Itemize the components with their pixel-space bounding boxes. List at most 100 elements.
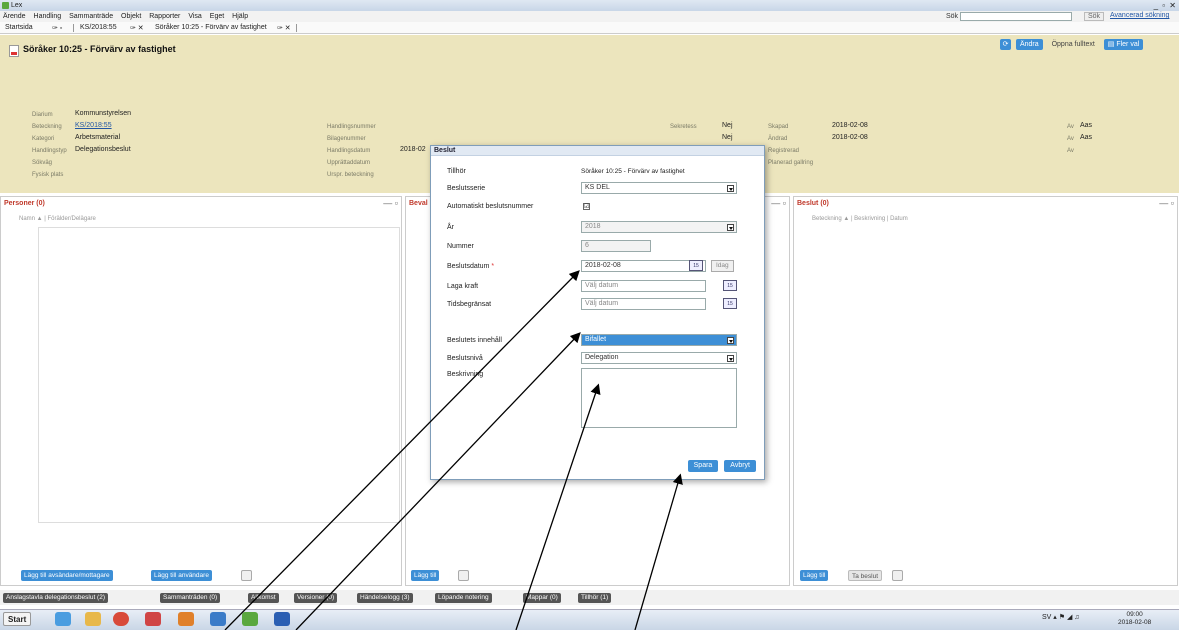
panel-option-icon[interactable] bbox=[892, 570, 903, 581]
persons-list bbox=[38, 227, 400, 523]
nummer-field[interactable]: 6 bbox=[581, 240, 651, 252]
innehall-select[interactable]: Bifallet bbox=[581, 334, 737, 346]
more-options-label: Fler val bbox=[1116, 41, 1140, 48]
clock-date: 2018-02-08 bbox=[1118, 619, 1152, 626]
cancel-button[interactable]: Avbryt bbox=[724, 460, 756, 472]
more-options-button[interactable]: ▤ Fler val bbox=[1103, 39, 1144, 50]
change-button[interactable]: Ändra bbox=[1015, 39, 1043, 50]
ie-icon[interactable] bbox=[55, 612, 71, 626]
tab-versioner[interactable]: Versioner (0) bbox=[294, 593, 338, 603]
av-label: Av bbox=[1067, 136, 1074, 142]
beslutsserie-select[interactable]: KS DEL bbox=[581, 182, 737, 194]
beskrivning-textarea[interactable] bbox=[581, 368, 737, 428]
lex-icon[interactable] bbox=[242, 612, 258, 626]
nummer-label: Nummer bbox=[447, 243, 474, 250]
chevron-down-icon[interactable] bbox=[727, 337, 734, 344]
outlook-icon[interactable] bbox=[178, 612, 194, 626]
beslutsniva-select[interactable]: Delegation bbox=[581, 352, 737, 364]
calendar-icon[interactable]: 15 bbox=[689, 260, 703, 271]
ar-select[interactable]: 2018 bbox=[581, 221, 737, 233]
search-button[interactable]: Sök bbox=[1084, 12, 1105, 21]
menu-visa[interactable]: Visa bbox=[188, 11, 202, 22]
search-label: Sök bbox=[946, 13, 959, 20]
close-icon[interactable]: ✑ ✕ bbox=[130, 24, 144, 32]
refresh-icon[interactable]: ⟳ bbox=[1000, 39, 1011, 50]
window-controls[interactable]: _ ▫ ✕ bbox=[1154, 1, 1177, 10]
tab-lopande-notering[interactable]: Löpande notering bbox=[435, 593, 492, 603]
chevron-down-icon[interactable] bbox=[727, 224, 734, 231]
dialog-titlebar[interactable]: Beslut bbox=[431, 146, 764, 156]
menu-sammantrade[interactable]: Sammanträde bbox=[69, 11, 113, 22]
window-titlebar: Lex _ ▫ ✕ bbox=[0, 0, 1179, 11]
decisions-column-header[interactable]: Beteckning ▲ | Beskrivning | Datum bbox=[812, 216, 908, 224]
add-button[interactable]: Lägg till bbox=[411, 570, 440, 581]
menu-rapporter[interactable]: Rapporter bbox=[149, 11, 180, 22]
decisions-panel-title: Beslut (0) bbox=[797, 200, 829, 207]
add-decision-button[interactable]: Lägg till bbox=[800, 570, 829, 581]
calendar-icon[interactable]: 15 bbox=[723, 280, 737, 291]
skype-icon[interactable] bbox=[210, 612, 226, 626]
beslutsdatum-label: Beslutsdatum * bbox=[447, 263, 494, 270]
tab-startsida[interactable]: Startsida bbox=[5, 24, 33, 31]
pin-icon[interactable]: ✑ ▫ bbox=[52, 24, 62, 32]
tab-allkomst[interactable]: Allkomst bbox=[248, 593, 279, 603]
tab-sammantraden[interactable]: Sammanträden (0) bbox=[160, 593, 221, 603]
tab-tillhor[interactable]: Tillhör (1) bbox=[578, 593, 612, 603]
panel-window-controls[interactable]: — ▫ bbox=[1159, 198, 1174, 208]
persons-column-header[interactable]: Namn ▲ | Förälder/Delägare bbox=[19, 216, 96, 224]
diarium-value: Kommunstyrelsen bbox=[75, 110, 132, 117]
urspr-beteckning-label: Urspr. beteckning bbox=[327, 172, 374, 178]
menu-objekt[interactable]: Objekt bbox=[121, 11, 141, 22]
menu-arende[interactable]: Ärende bbox=[3, 11, 26, 22]
tidsbegransat-input[interactable]: Välj datum bbox=[581, 298, 706, 310]
chevron-down-icon[interactable] bbox=[727, 185, 734, 192]
system-tray[interactable]: SV ▴ ⚑ ◢ ♫ bbox=[1042, 613, 1080, 621]
planerad-gallring-label: Planerad gallring bbox=[768, 160, 814, 166]
tab-mappar[interactable]: Mappar (0) bbox=[523, 593, 561, 603]
upprattaddatum-label: Upprättaddatum bbox=[327, 160, 371, 166]
word-icon[interactable] bbox=[274, 612, 290, 626]
panel-option-icon[interactable] bbox=[241, 570, 252, 581]
add-sender-recipient-button[interactable]: Lägg till avsändare/mottagare bbox=[21, 570, 113, 581]
panel-window-controls[interactable]: — ▫ bbox=[383, 198, 398, 208]
handlingsdatum-value: 2018-02 bbox=[400, 146, 426, 153]
document-icon bbox=[9, 45, 19, 57]
dialog-buttons: Spara Avbryt bbox=[684, 460, 756, 472]
language-indicator[interactable]: SV bbox=[1042, 614, 1051, 621]
calendar-icon[interactable]: 15 bbox=[723, 298, 737, 309]
chevron-down-icon[interactable] bbox=[727, 355, 734, 362]
folder-icon[interactable] bbox=[85, 612, 101, 626]
save-button[interactable]: Spara bbox=[687, 460, 719, 472]
start-button[interactable]: Start bbox=[3, 612, 32, 626]
close-icon[interactable]: ✑ ✕ bbox=[277, 24, 291, 32]
handlingsnummer-label: Handlingsnummer bbox=[327, 124, 376, 130]
av-label: Av bbox=[1067, 148, 1074, 154]
tab-document[interactable]: Söråker 10:25 - Förvärv av fastighet bbox=[155, 24, 267, 31]
search-input[interactable] bbox=[960, 12, 1072, 21]
diarium-label: Diarium bbox=[32, 112, 53, 118]
beslutsdatum-input[interactable]: 2018-02-08 bbox=[581, 260, 706, 272]
menu-handling[interactable]: Handling bbox=[34, 11, 62, 22]
media-icon[interactable] bbox=[145, 612, 161, 626]
clock[interactable]: 09:00 2018-02-08 bbox=[1118, 611, 1151, 627]
tab-anslagstavla[interactable]: Anslagstavla delegationsbeslut (2) bbox=[3, 593, 109, 603]
today-button[interactable]: Idag bbox=[711, 260, 734, 272]
skapad-label: Skapad bbox=[768, 124, 789, 130]
tab-handelselogg[interactable]: Händelselogg (3) bbox=[357, 593, 413, 603]
menu-hjalp[interactable]: Hjälp bbox=[232, 11, 248, 22]
innehall-label: Beslutets innehåll bbox=[447, 337, 502, 344]
tab-case[interactable]: KS/2018:55 bbox=[80, 24, 117, 31]
panel-option-icon[interactable] bbox=[458, 570, 469, 581]
advanced-search-link[interactable]: Avancerad sökning bbox=[1110, 12, 1169, 19]
beteckning-link[interactable]: KS/2018:55 bbox=[75, 122, 112, 129]
sokvag-label: Sökväg bbox=[32, 160, 53, 166]
laga-kraft-input[interactable]: Välj datum bbox=[581, 280, 706, 292]
panel-window-controls[interactable]: — ▫ bbox=[771, 198, 786, 208]
open-fulltext-button[interactable]: Öppna fulltext bbox=[1048, 39, 1099, 50]
menu-eget[interactable]: Eget bbox=[210, 11, 224, 22]
add-user-button[interactable]: Lägg till användare bbox=[151, 570, 212, 581]
take-decision-button[interactable]: Ta beslut bbox=[848, 570, 883, 581]
auto-number-checkbox[interactable]: ☑ bbox=[583, 203, 590, 210]
av-value: Aas bbox=[1080, 134, 1093, 141]
chrome-icon[interactable] bbox=[113, 612, 129, 626]
